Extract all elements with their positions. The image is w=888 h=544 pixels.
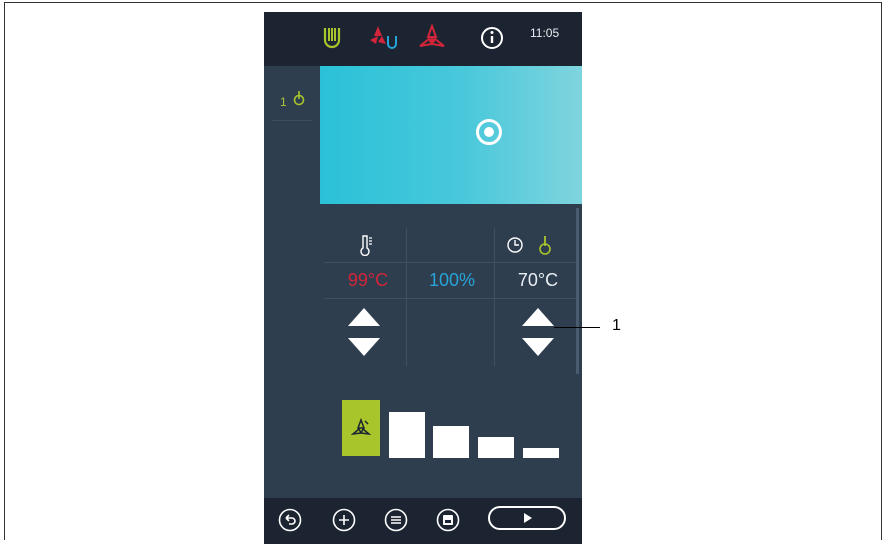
divider — [324, 262, 576, 263]
hot-air-icon[interactable] — [316, 22, 348, 54]
bottom-bar — [264, 498, 582, 544]
divider — [494, 228, 495, 366]
fan-speed-level-2[interactable] — [389, 412, 425, 458]
temperature-down-button[interactable] — [348, 338, 380, 356]
start-button[interactable] — [488, 506, 566, 530]
fan-speed-level-4[interactable] — [478, 437, 514, 458]
cooking-chamber-display[interactable] — [320, 66, 582, 204]
add-icon[interactable] — [332, 508, 356, 532]
core-probe-icon — [539, 236, 551, 255]
fan-speed-level-3[interactable] — [433, 426, 469, 458]
core-temperature-value: 70°C — [517, 270, 559, 290]
core-temperature-up-button[interactable] — [522, 308, 554, 326]
temperature-up-button[interactable] — [348, 308, 380, 326]
program-step[interactable]: 1 — [272, 80, 312, 121]
callout-line — [554, 327, 600, 328]
fan-speed-level-5[interactable] — [523, 448, 559, 458]
core-temperature-down-button[interactable] — [522, 338, 554, 356]
fan-speed-level-1[interactable] — [342, 400, 380, 456]
step-number: 1 — [280, 95, 287, 109]
temperature-value: 99°C — [347, 270, 389, 290]
combi-steam-icon[interactable] — [366, 22, 398, 54]
core-probe-icon — [293, 91, 305, 106]
scrollbar[interactable] — [576, 208, 579, 374]
callout-label: 1 — [612, 317, 621, 334]
divider — [406, 228, 407, 366]
target-icon[interactable] — [476, 119, 502, 145]
top-bar: 11:05 — [264, 12, 582, 66]
fan-icon — [351, 418, 371, 436]
fan-icon[interactable] — [416, 22, 448, 54]
save-icon[interactable] — [436, 508, 460, 532]
list-icon[interactable] — [384, 508, 408, 532]
info-icon[interactable] — [476, 22, 508, 54]
device-screen: 11:05 1 99°C 100% 70°C — [264, 12, 582, 544]
humidity-value: 100% — [428, 270, 476, 290]
clock: 11:05 — [530, 26, 560, 40]
divider — [324, 298, 576, 299]
timer-icon — [507, 237, 523, 253]
thermometer-icon — [360, 235, 372, 256]
back-icon[interactable] — [278, 508, 302, 532]
